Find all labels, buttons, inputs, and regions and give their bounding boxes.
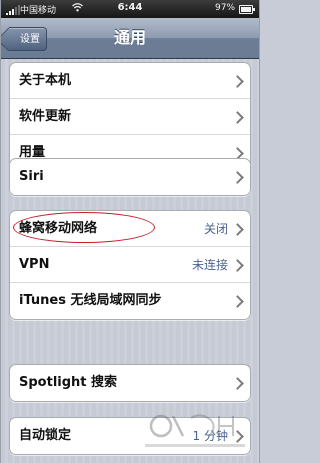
settings-row-about[interactable]: 关于本机 <box>10 63 250 99</box>
chevron-right-icon <box>231 111 244 124</box>
row-value: 关闭 <box>203 222 228 236</box>
row-label: iTunes 无线局域网同步 <box>19 293 162 308</box>
settings-row-vpn[interactable]: VPN 未连接 <box>10 247 250 283</box>
row-label: VPN <box>19 257 50 272</box>
chevron-right-icon <box>231 171 244 184</box>
settings-row-cellular[interactable]: 蜂窝移动网络 关闭 <box>10 211 250 247</box>
row-value: 未连接 <box>191 258 228 272</box>
settings-row-itunes-wifi-sync[interactable]: iTunes 无线局域网同步 <box>10 283 250 319</box>
chevron-right-icon <box>231 430 244 443</box>
settings-row-auto-lock[interactable]: 自动锁定 1 分钟 <box>10 418 250 454</box>
battery-level-fill <box>241 7 251 12</box>
row-label: 关于本机 <box>19 73 72 88</box>
chevron-right-icon <box>231 223 244 236</box>
back-button[interactable]: 设置 <box>9 27 47 51</box>
settings-row-spotlight[interactable]: Spotlight 搜索 <box>10 365 250 401</box>
chevron-right-icon <box>231 75 244 88</box>
back-button-label: 设置 <box>20 34 40 45</box>
battery-percent: 97% <box>215 3 236 13</box>
row-label: 蜂窝移动网络 <box>19 221 98 236</box>
settings-group-spotlight: Spotlight 搜索 <box>9 364 251 402</box>
settings-group-network: 蜂窝移动网络 关闭 VPN 未连接 iTunes 无线局域网同步 <box>9 210 251 320</box>
row-label: Spotlight 搜索 <box>19 375 118 390</box>
settings-group-siri: Siri <box>9 158 251 196</box>
row-label: 自动锁定 <box>19 428 72 443</box>
row-label: Siri <box>19 169 44 184</box>
chevron-right-icon <box>231 377 244 390</box>
settings-group-info: 关于本机 软件更新 用量 <box>9 62 251 172</box>
battery-icon <box>239 5 255 14</box>
navigation-bar: 通用 设置 <box>1 18 259 59</box>
row-value: 1 分钟 <box>192 429 228 443</box>
row-label: 软件更新 <box>19 109 72 124</box>
settings-row-software-update[interactable]: 软件更新 <box>10 99 250 135</box>
settings-row-siri[interactable]: Siri <box>10 159 250 195</box>
chevron-right-icon <box>231 295 244 308</box>
chevron-right-icon <box>231 259 244 272</box>
status-bar: 中国移动 6:44 97% <box>1 0 259 18</box>
settings-screen: 中国移动 6:44 97% 通用 设置 关于本机 软件更新 用量 Siri 蜂窝… <box>0 0 260 463</box>
settings-group-auto-lock: 自动锁定 1 分钟 <box>9 417 251 455</box>
